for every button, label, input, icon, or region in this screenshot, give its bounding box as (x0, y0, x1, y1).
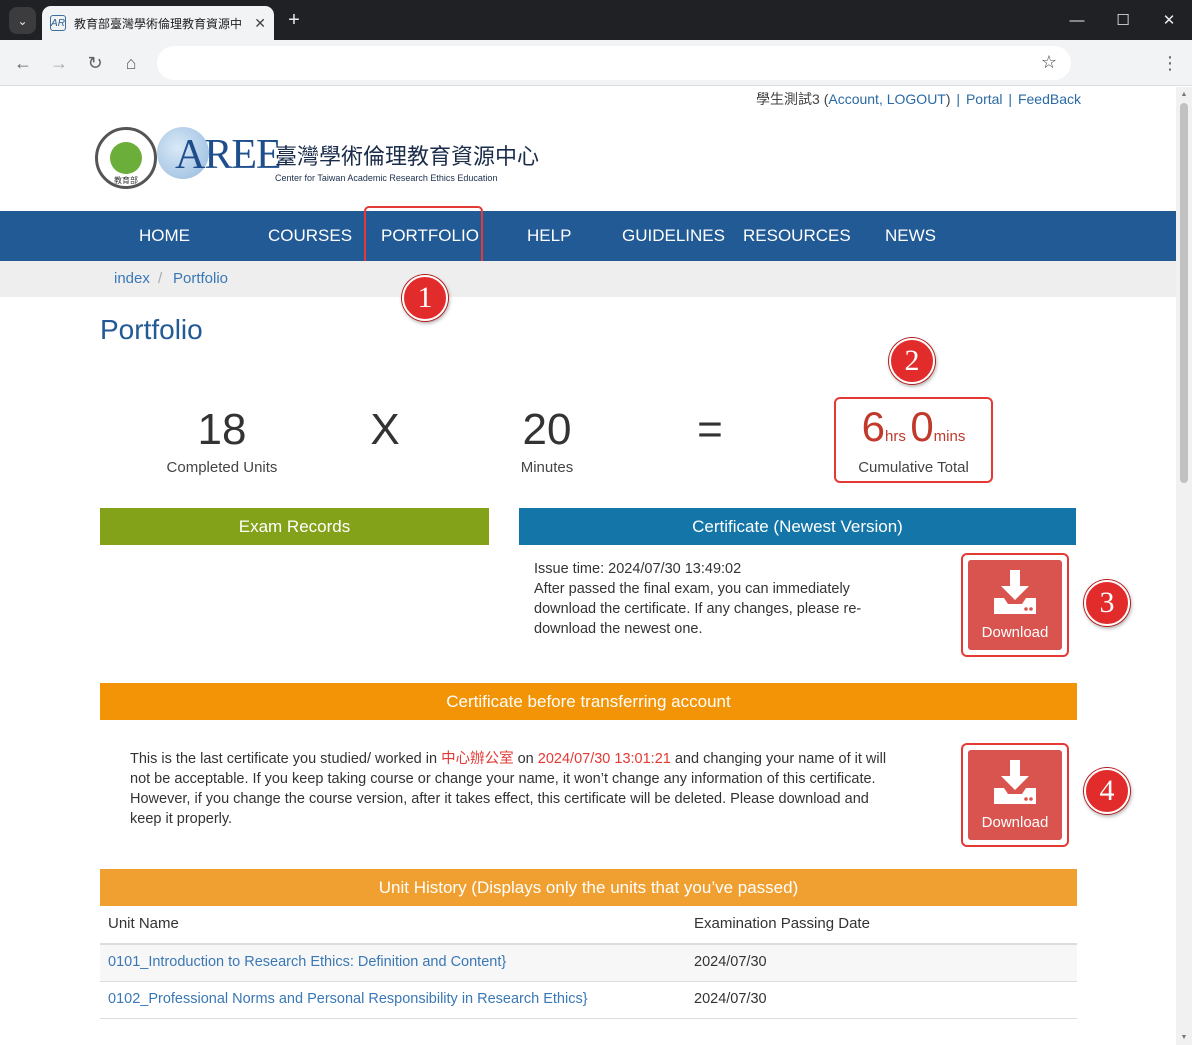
unit-name-link[interactable]: 0102_Professional Norms and Personal Res… (108, 991, 588, 1007)
certificate-info: Issue time: 2024/07/30 13:49:02 After pa… (534, 559, 874, 639)
userbar-comma: , (878, 91, 887, 107)
download-icon (994, 570, 1036, 614)
nav-courses[interactable]: COURSES (268, 211, 352, 261)
window-close-button[interactable]: ✕ (1144, 0, 1192, 40)
minutes-unit: mins (933, 428, 966, 445)
certificate-issue-time: Issue time: 2024/07/30 13:49:02 (534, 561, 742, 577)
breadcrumb-index[interactable]: index (114, 270, 150, 287)
certificate-download-button[interactable]: Download (968, 560, 1062, 650)
feedback-link[interactable]: FeedBack (1018, 91, 1081, 107)
annotation-marker-4: 4 (1084, 768, 1130, 814)
exam-records-header[interactable]: Exam Records (100, 508, 489, 545)
site-favicon-icon: AR (50, 15, 66, 31)
portfolio-highlight-box (364, 206, 483, 266)
logo-aree: AREE (175, 132, 282, 178)
completed-units-label: Completed Units (166, 459, 278, 476)
transfer-certificate-header: Certificate before transferring account (100, 683, 1077, 720)
transfer-download-highlight: Download (961, 743, 1069, 847)
table-row: 0101_Introduction to Research Ethics: De… (100, 945, 1077, 982)
unit-passing-date: 2024/07/30 (694, 991, 767, 1007)
breadcrumb: index / Portfolio (0, 261, 1176, 297)
back-button[interactable]: ← (10, 50, 36, 76)
userbar-paren: ) (945, 91, 951, 107)
account-link[interactable]: Account (828, 91, 879, 107)
tab-close-icon[interactable]: ✕ (254, 15, 266, 32)
transfer-text-on: on (513, 751, 538, 767)
seal-text: 教育部 (114, 176, 138, 185)
certificate-download-label: Download (981, 624, 1049, 641)
logo-english-name: Center for Taiwan Academic Research Ethi… (275, 173, 498, 183)
column-unit-name: Unit Name (108, 915, 179, 932)
transfer-text-before: This is the last certificate you studied… (130, 751, 442, 767)
certificate-description: After passed the final exam, you can imm… (534, 581, 862, 637)
nav-news[interactable]: NEWS (885, 211, 936, 261)
nav-help[interactable]: HELP (527, 211, 571, 261)
minutes-value: 20 (522, 405, 572, 454)
browser-tab-bar: ⌄ AR 教育部臺灣學術倫理教育資源中 ✕ + — ☐ ✕ (0, 0, 1192, 40)
transfer-certificate-text: This is the last certificate you studied… (130, 749, 890, 829)
scroll-up-arrow-icon[interactable]: ▲ (1180, 91, 1188, 98)
unit-passing-date: 2024/07/30 (694, 954, 767, 970)
annotation-marker-3: 3 (1084, 580, 1130, 626)
window-maximize-button[interactable]: ☐ (1098, 0, 1148, 40)
page-viewport: 學生測試3 (Account, LOGOUT) | Portal | FeedB… (0, 87, 1176, 1045)
browser-toolbar: ← → ↻ ⌂ ☆ ⋮ (0, 40, 1192, 86)
userbar-separator: | (956, 91, 961, 107)
logo-chinese-name: 臺灣學術倫理教育資源中心 (275, 144, 540, 169)
nav-home[interactable]: HOME (139, 211, 190, 261)
cumulative-total-value: 6hrs 0mins (836, 403, 991, 451)
transfer-download-button[interactable]: Download (968, 750, 1062, 840)
certificate-header: Certificate (Newest Version) (519, 508, 1076, 545)
multiply-sign: X (370, 405, 400, 454)
tab-search-button[interactable]: ⌄ (9, 7, 36, 34)
tab-title: 教育部臺灣學術倫理教育資源中 (74, 16, 243, 31)
new-tab-button[interactable]: + (282, 8, 306, 32)
unit-name-link[interactable]: 0101_Introduction to Research Ethics: De… (108, 954, 506, 970)
total-hours: 6 (861, 403, 886, 450)
breadcrumb-portfolio[interactable]: Portfolio (173, 270, 228, 287)
userbar-separator: | (1008, 91, 1013, 107)
browser-menu-icon[interactable]: ⋮ (1158, 50, 1182, 76)
main-nav: HOME COURSES PORTFOLIO HELP GUIDELINES R… (0, 211, 1176, 261)
equals-sign: = (697, 405, 723, 454)
portal-link[interactable]: Portal (966, 91, 1003, 107)
nav-resources[interactable]: RESOURCES (743, 211, 851, 261)
column-passing-date: Examination Passing Date (694, 915, 870, 932)
home-button[interactable]: ⌂ (118, 50, 144, 76)
bookmark-star-icon[interactable]: ☆ (1041, 52, 1057, 73)
ministry-seal-icon: 教育部 (95, 127, 157, 189)
reload-button[interactable]: ↻ (82, 50, 108, 76)
window-minimize-button[interactable]: — (1052, 0, 1102, 40)
scroll-down-arrow-icon[interactable]: ▼ (1180, 1034, 1188, 1041)
unit-history-header: Unit History (Displays only the units th… (100, 869, 1077, 906)
user-bar: 學生測試3 (Account, LOGOUT) | Portal | FeedB… (756, 89, 1081, 109)
completed-units-value: 18 (197, 405, 247, 454)
nav-guidelines[interactable]: GUIDELINES (622, 211, 725, 261)
scrollbar-thumb[interactable] (1180, 103, 1188, 483)
table-row: 0102_Professional Norms and Personal Res… (100, 982, 1077, 1019)
download-icon (994, 760, 1036, 804)
transfer-office: 中心辦公室 (441, 751, 514, 767)
forward-button[interactable]: → (46, 50, 72, 76)
total-minutes: 0 (910, 403, 934, 450)
hours-unit: hrs (885, 428, 906, 445)
username: 學生測試3 ( (756, 91, 829, 107)
transfer-date: 2024/07/30 13:01:21 (537, 751, 671, 767)
cumulative-total-box: 6hrs 0mins Cumulative Total (834, 397, 993, 483)
page-title: Portfolio (100, 314, 203, 345)
browser-tab[interactable]: AR 教育部臺灣學術倫理教育資源中 ✕ (42, 6, 274, 40)
address-bar[interactable]: ☆ (157, 46, 1071, 80)
minutes-label: Minutes (520, 459, 574, 476)
logout-link[interactable]: LOGOUT (887, 91, 946, 107)
breadcrumb-separator: / (158, 270, 163, 287)
cumulative-total-label: Cumulative Total (858, 459, 969, 476)
annotation-marker-2: 2 (889, 338, 935, 384)
certificate-download-highlight: Download (961, 553, 1069, 657)
page-scrollbar[interactable]: ▲ ▼ (1176, 87, 1192, 1045)
annotation-marker-1: 1 (402, 275, 448, 321)
transfer-download-label: Download (981, 814, 1049, 831)
site-logo[interactable]: 教育部 AREE 臺灣學術倫理教育資源中心 Center for Taiwan … (95, 125, 539, 195)
